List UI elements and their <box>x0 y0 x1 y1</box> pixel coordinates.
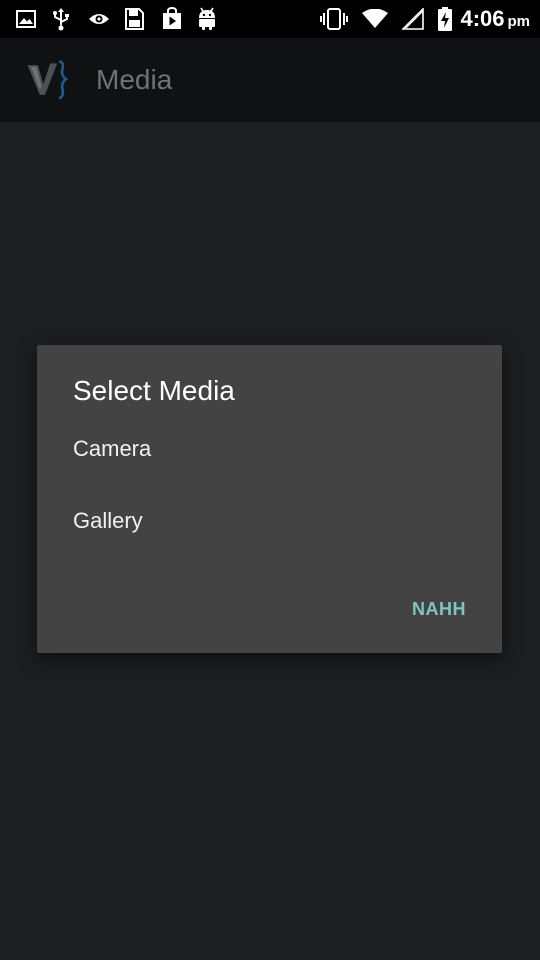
select-media-dialog: Select Media Camera Gallery NAHH <box>37 345 502 653</box>
battery-charging-icon <box>438 0 453 38</box>
screen: 4:06 pm Media Select Media Camera Galler… <box>0 0 540 960</box>
sd-card-icon <box>124 0 160 38</box>
android-icon <box>196 0 232 38</box>
clock-ampm: pm <box>507 13 531 30</box>
eye-icon <box>88 0 124 38</box>
status-clock: 4:06 pm <box>460 6 530 32</box>
notification-icons <box>16 0 232 38</box>
gallery-option-label: Gallery <box>73 508 143 533</box>
play-store-icon <box>160 0 196 38</box>
wifi-icon <box>362 0 389 38</box>
cell-signal-icon <box>402 0 425 38</box>
vibrate-icon <box>320 0 349 38</box>
image-icon <box>16 0 52 38</box>
dialog-title: Select Media <box>73 375 235 406</box>
camera-option-label: Camera <box>73 436 152 461</box>
app-title: Media <box>96 64 173 95</box>
app-bar: Media <box>0 38 540 122</box>
gallery-option[interactable]: Gallery <box>37 489 502 553</box>
usb-icon <box>52 0 88 38</box>
camera-option[interactable]: Camera <box>37 417 502 481</box>
app-logo-icon[interactable] <box>24 52 80 108</box>
clock-time: 4:06 <box>460 6 505 31</box>
system-icons: 4:06 pm <box>306 0 530 38</box>
status-bar: 4:06 pm <box>0 0 540 38</box>
nahh-button[interactable]: NAHH <box>400 589 478 629</box>
